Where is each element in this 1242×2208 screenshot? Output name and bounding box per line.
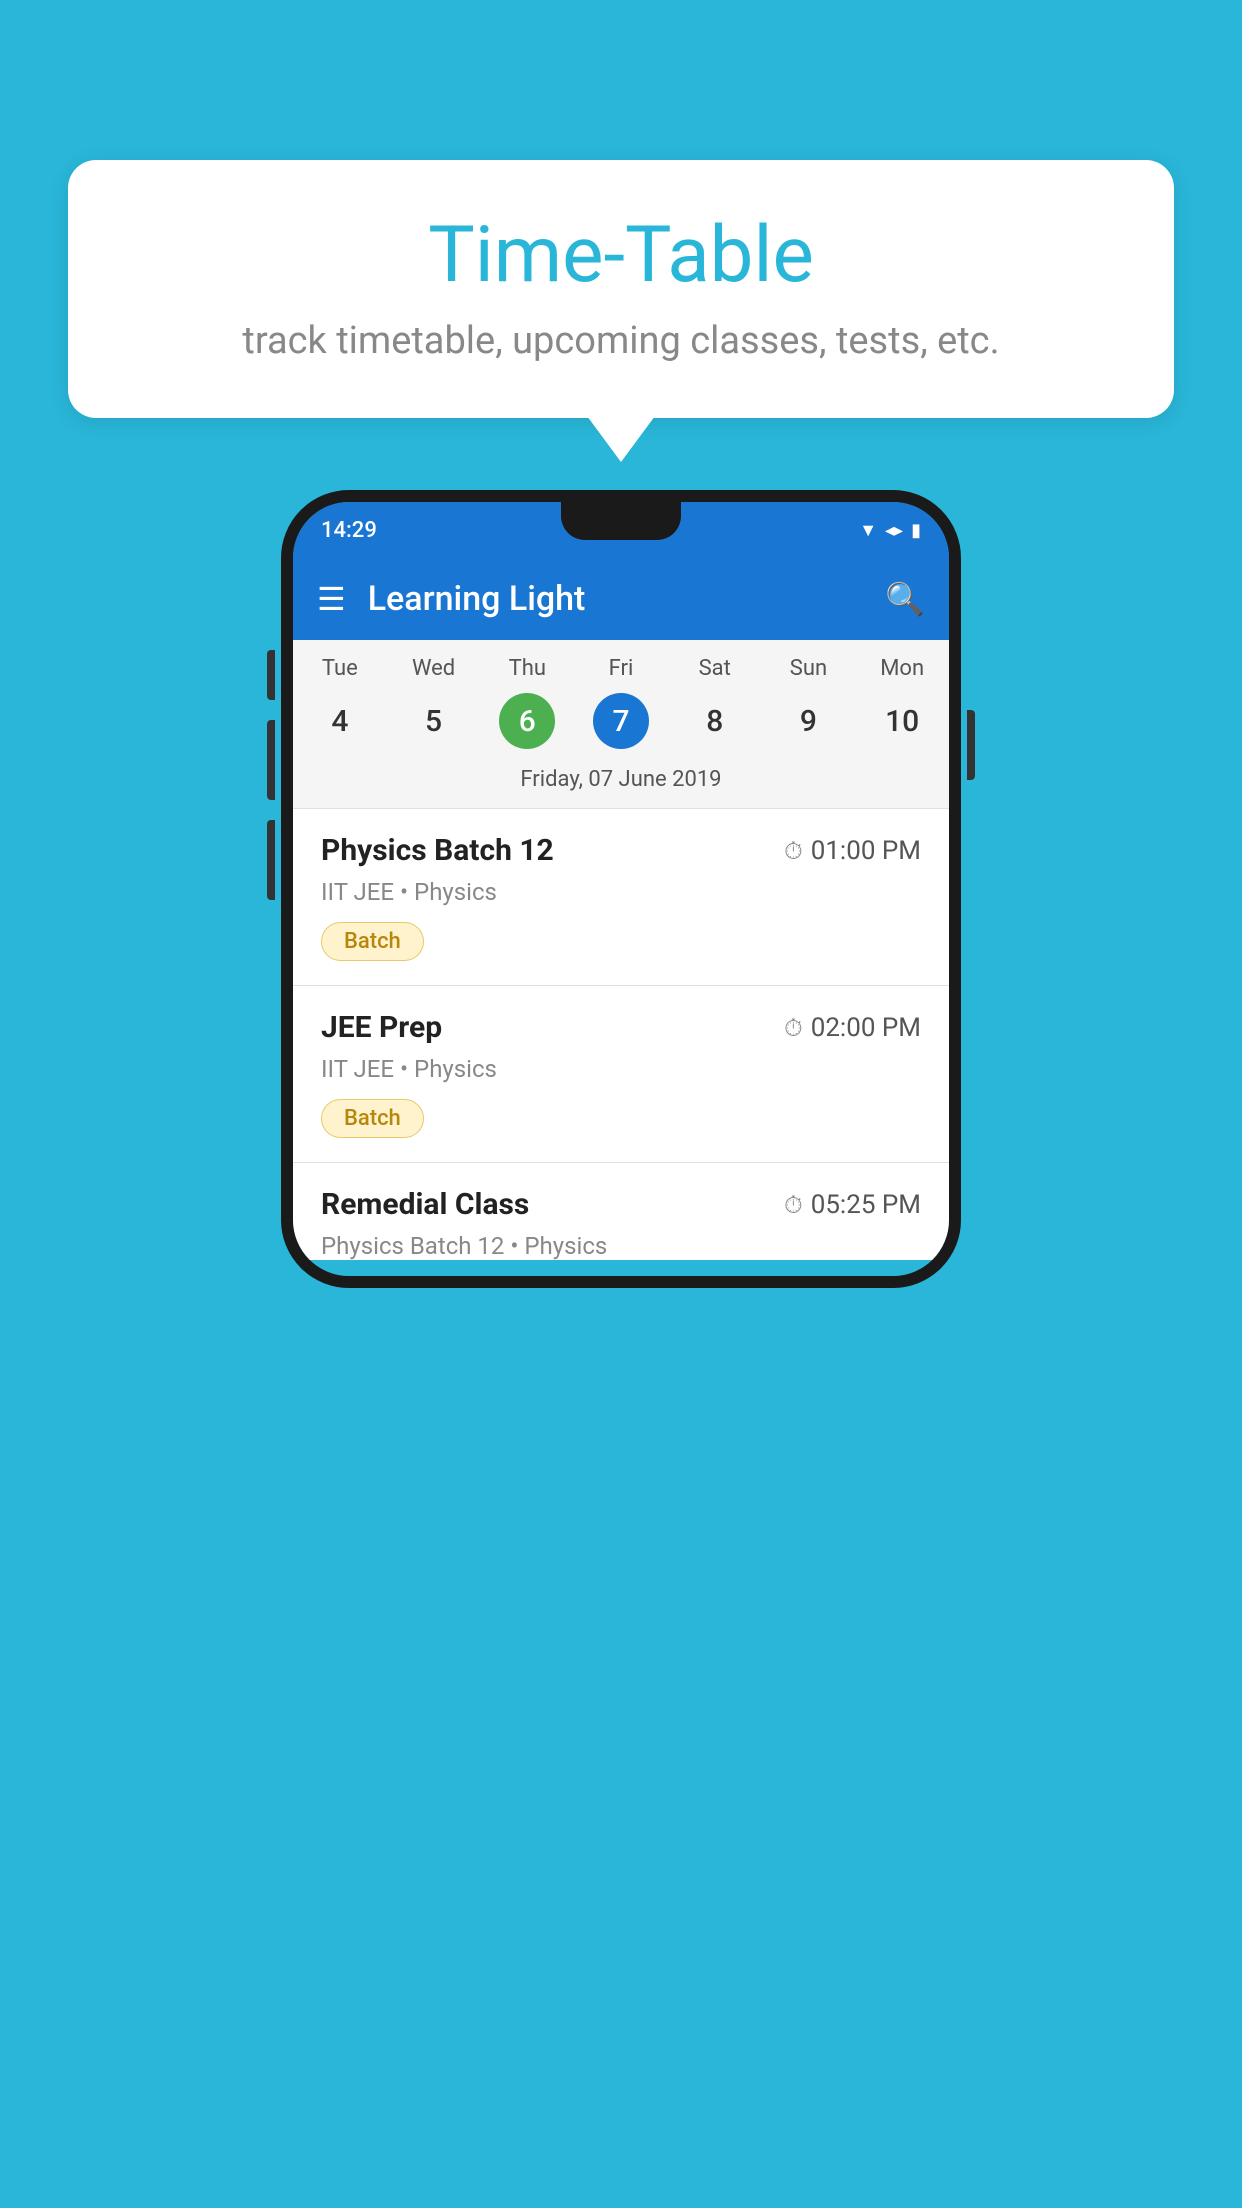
app-title: Learning Light [368, 579, 863, 619]
class-item-1-header: Physics Batch 12 ⏱ 01:00 PM [321, 833, 921, 868]
class-time-1: ⏱ 01:00 PM [784, 836, 921, 866]
app-header: ☰ Learning Light 🔍 [293, 558, 949, 640]
day-mon[interactable]: Mon [855, 656, 949, 681]
class-item-3-header: Remedial Class ⏱ 05:25 PM [321, 1187, 921, 1222]
dates-row: 4 5 6 7 8 9 10 [293, 687, 949, 763]
hamburger-icon[interactable]: ☰ [317, 583, 346, 615]
calendar-strip: Tue Wed Thu Fri Sat Sun Mon 4 5 6 7 8 9 … [293, 640, 949, 808]
clock-icon-1: ⏱ [784, 837, 803, 865]
class-time-3: ⏱ 05:25 PM [784, 1190, 921, 1220]
day-sat[interactable]: Sat [668, 656, 762, 681]
power-button [967, 710, 975, 780]
date-9[interactable]: 9 [762, 693, 856, 749]
phone-mockup: 14:29 ▼ ◂▸ ▮ ☰ Learning Light 🔍 Tue Wed … [281, 490, 961, 1288]
date-8[interactable]: 8 [668, 693, 762, 749]
status-time: 14:29 [321, 518, 377, 543]
volume-down-button [267, 820, 275, 900]
clock-icon-3: ⏱ [784, 1191, 803, 1219]
class-item-1[interactable]: Physics Batch 12 ⏱ 01:00 PM IIT JEE • Ph… [293, 808, 949, 985]
bubble-title: Time-Table [128, 210, 1114, 301]
selected-date-label: Friday, 07 June 2019 [293, 763, 949, 808]
class-name-3: Remedial Class [321, 1187, 529, 1222]
class-item-2-header: JEE Prep ⏱ 02:00 PM [321, 1010, 921, 1045]
battery-icon: ▮ [911, 520, 921, 541]
class-item-3[interactable]: Remedial Class ⏱ 05:25 PM Physics Batch … [293, 1162, 949, 1260]
class-item-2[interactable]: JEE Prep ⏱ 02:00 PM IIT JEE • Physics Ba… [293, 985, 949, 1162]
day-thu[interactable]: Thu [480, 656, 574, 681]
class-meta-3: Physics Batch 12 • Physics [321, 1232, 921, 1260]
date-6-today[interactable]: 6 [480, 693, 574, 749]
volume-up-button [267, 720, 275, 800]
day-tue[interactable]: Tue [293, 656, 387, 681]
class-time-2: ⏱ 02:00 PM [784, 1013, 921, 1043]
date-5[interactable]: 5 [387, 693, 481, 749]
date-10[interactable]: 10 [855, 693, 949, 749]
date-7-selected[interactable]: 7 [574, 693, 668, 749]
status-icons: ▼ ◂▸ ▮ [859, 520, 921, 541]
bubble-subtitle: track timetable, upcoming classes, tests… [128, 319, 1114, 363]
class-name-1: Physics Batch 12 [321, 833, 554, 868]
batch-badge-1: Batch [321, 922, 424, 961]
days-header: Tue Wed Thu Fri Sat Sun Mon [293, 640, 949, 687]
class-name-2: JEE Prep [321, 1010, 442, 1045]
phone-screen: 14:29 ▼ ◂▸ ▮ ☰ Learning Light 🔍 Tue Wed … [281, 490, 961, 1288]
silent-button [267, 650, 275, 700]
batch-badge-2: Batch [321, 1099, 424, 1138]
day-fri[interactable]: Fri [574, 656, 668, 681]
status-bar: 14:29 ▼ ◂▸ ▮ [293, 502, 949, 558]
speech-bubble: Time-Table track timetable, upcoming cla… [68, 160, 1174, 418]
signal-icon: ◂▸ [885, 520, 903, 541]
class-meta-1: IIT JEE • Physics [321, 878, 921, 906]
date-4[interactable]: 4 [293, 693, 387, 749]
day-sun[interactable]: Sun [762, 656, 856, 681]
day-wed[interactable]: Wed [387, 656, 481, 681]
search-icon[interactable]: 🔍 [885, 580, 925, 618]
wifi-icon: ▼ [859, 520, 877, 541]
class-meta-2: IIT JEE • Physics [321, 1055, 921, 1083]
clock-icon-2: ⏱ [784, 1014, 803, 1042]
